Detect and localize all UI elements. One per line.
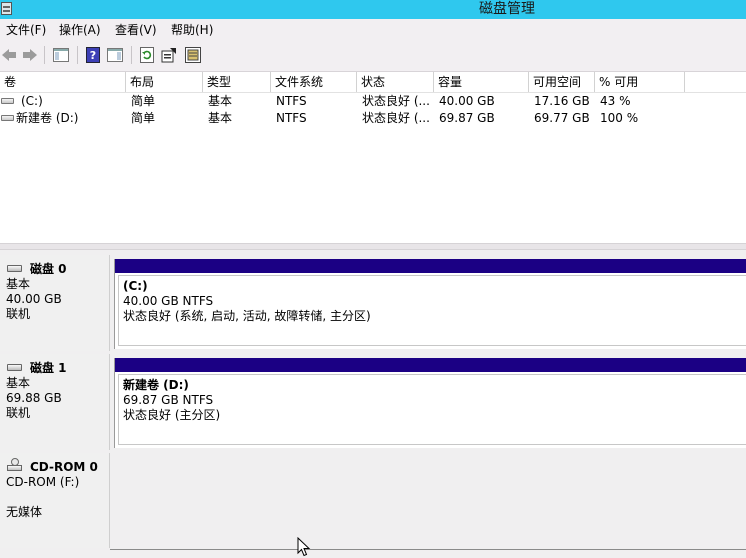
cell-layout: 简单 bbox=[131, 94, 156, 108]
column-header-volume[interactable]: 卷 bbox=[0, 72, 126, 92]
console-tree-icon[interactable] bbox=[53, 47, 69, 63]
toolbar-separator bbox=[44, 46, 45, 64]
disk-size: 69.88 GB bbox=[6, 391, 62, 405]
partition-label: 新建卷 (D:) bbox=[123, 378, 189, 392]
window-title: 磁盘管理 bbox=[479, 1, 535, 17]
cdrom-drive: CD-ROM (F:) bbox=[6, 475, 80, 489]
table-row[interactable]: (C:) 简单 基本 NTFS 状态良好 (... 40.00 GB 17.16… bbox=[0, 93, 746, 110]
divider bbox=[110, 549, 746, 550]
partition-body: 新建卷 (D:) 69.87 GB NTFS 状态良好 (主分区) bbox=[118, 374, 746, 445]
toolbar-separator bbox=[77, 46, 78, 64]
menu-action[interactable]: 操作(A) bbox=[57, 19, 103, 41]
cell-volume: 新建卷 (D:) bbox=[16, 111, 79, 125]
partition-d[interactable]: 新建卷 (D:) 69.87 GB NTFS 状态良好 (主分区) bbox=[114, 358, 746, 448]
cell-free-space: 17.16 GB bbox=[534, 94, 590, 108]
drive-icon bbox=[1, 115, 14, 121]
cell-status: 状态良好 (... bbox=[362, 94, 430, 108]
menu-file[interactable]: 文件(F) bbox=[4, 19, 48, 41]
partition-c[interactable]: (C:) 40.00 GB NTFS 状态良好 (系统, 启动, 活动, 故障转… bbox=[114, 259, 746, 349]
cell-capacity: 69.87 GB bbox=[439, 111, 495, 125]
disk-type: 基本 bbox=[6, 277, 31, 291]
cdrom-0-label[interactable]: CD-ROM 0 CD-ROM (F:) 无媒体 bbox=[0, 453, 110, 548]
column-header-percent-free[interactable]: % 可用 bbox=[595, 72, 685, 92]
menu-bar: 文件(F) 操作(A) 查看(V) 帮助(H) bbox=[0, 19, 746, 41]
help-icon[interactable]: ? bbox=[85, 47, 101, 63]
cell-percent-free: 100 % bbox=[600, 111, 639, 125]
cdrom-icon bbox=[7, 458, 22, 471]
cdrom-empty-area bbox=[112, 450, 746, 550]
cell-filesystem: NTFS bbox=[276, 94, 307, 108]
forward-icon[interactable] bbox=[22, 47, 38, 63]
partition-size-fs: 40.00 GB NTFS bbox=[123, 294, 214, 308]
cdrom-status: 无媒体 bbox=[6, 505, 43, 519]
partition-size-fs: 69.87 GB NTFS bbox=[123, 393, 214, 407]
partition-bar bbox=[115, 259, 746, 273]
volume-list: 卷 布局 类型 文件系统 状态 容量 可用空间 % 可用 (C:) 简单 基本 … bbox=[0, 72, 746, 243]
toolbar-separator bbox=[131, 46, 132, 64]
disk-0-label[interactable]: 磁盘 0 基本 40.00 GB 联机 bbox=[0, 255, 110, 351]
title-bar: 磁盘管理 bbox=[0, 0, 746, 19]
disk-name: 磁盘 0 bbox=[30, 262, 67, 276]
partition-bar bbox=[115, 358, 746, 372]
cell-capacity: 40.00 GB bbox=[439, 94, 495, 108]
disk-size: 40.00 GB bbox=[6, 292, 62, 306]
disk-type: 基本 bbox=[6, 376, 31, 390]
cell-layout: 简单 bbox=[131, 111, 156, 125]
partition-label: (C:) bbox=[123, 279, 148, 293]
refresh-icon[interactable] bbox=[139, 47, 155, 63]
column-header-type[interactable]: 类型 bbox=[203, 72, 271, 92]
disk-status: 联机 bbox=[6, 406, 31, 420]
toolbar: ? bbox=[0, 41, 746, 72]
cell-percent-free: 43 % bbox=[600, 94, 631, 108]
disk-name: 磁盘 1 bbox=[30, 361, 67, 375]
column-header-free-space[interactable]: 可用空间 bbox=[529, 72, 595, 92]
partition-status: 状态良好 (系统, 启动, 活动, 故障转储, 主分区) bbox=[123, 309, 371, 323]
cell-status: 状态良好 (... bbox=[362, 111, 430, 125]
cell-type: 基本 bbox=[208, 94, 233, 108]
column-header-filesystem[interactable]: 文件系统 bbox=[271, 72, 357, 92]
properties-icon[interactable] bbox=[161, 47, 177, 63]
action-pane-icon[interactable] bbox=[107, 47, 123, 63]
mouse-cursor-icon bbox=[297, 537, 311, 557]
cell-volume: (C:) bbox=[21, 94, 43, 108]
svg-text:?: ? bbox=[90, 49, 96, 62]
column-header-capacity[interactable]: 容量 bbox=[434, 72, 529, 92]
disk-rescan-icon[interactable] bbox=[185, 47, 201, 63]
disk-graphical-view: 磁盘 0 基本 40.00 GB 联机 (C:) 40.00 GB NTFS 状… bbox=[0, 250, 746, 558]
partition-body: (C:) 40.00 GB NTFS 状态良好 (系统, 启动, 活动, 故障转… bbox=[118, 275, 746, 346]
cell-type: 基本 bbox=[208, 111, 233, 125]
disk-icon bbox=[7, 265, 22, 272]
menu-help[interactable]: 帮助(H) bbox=[169, 19, 215, 41]
cell-filesystem: NTFS bbox=[276, 111, 307, 125]
menu-view[interactable]: 查看(V) bbox=[113, 19, 159, 41]
table-row[interactable]: 新建卷 (D:) 简单 基本 NTFS 状态良好 (... 69.87 GB 6… bbox=[0, 110, 746, 127]
drive-icon bbox=[1, 98, 14, 104]
column-header-layout[interactable]: 布局 bbox=[126, 72, 203, 92]
back-icon[interactable] bbox=[1, 47, 17, 63]
disk-status: 联机 bbox=[6, 307, 31, 321]
cdrom-name: CD-ROM 0 bbox=[30, 460, 98, 474]
column-header-status[interactable]: 状态 bbox=[357, 72, 434, 92]
disk-icon bbox=[7, 364, 22, 371]
disk-1-label[interactable]: 磁盘 1 基本 69.88 GB 联机 bbox=[0, 354, 110, 450]
pane-splitter[interactable] bbox=[0, 243, 746, 250]
partition-status: 状态良好 (主分区) bbox=[123, 408, 221, 422]
cell-free-space: 69.77 GB bbox=[534, 111, 590, 125]
volume-list-header: 卷 布局 类型 文件系统 状态 容量 可用空间 % 可用 bbox=[0, 72, 746, 93]
